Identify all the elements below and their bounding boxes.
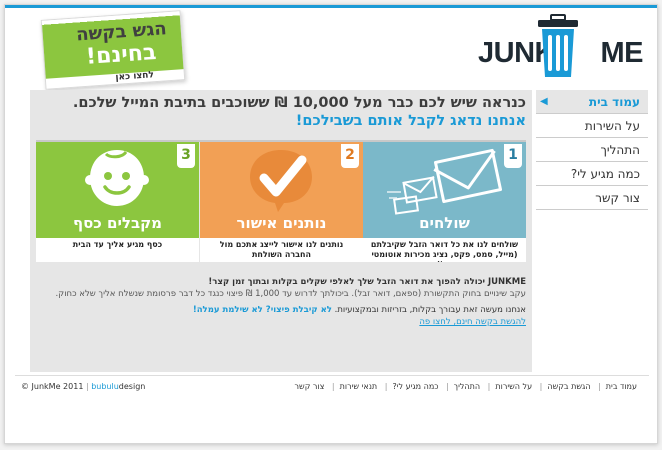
smiley-icon bbox=[85, 150, 149, 206]
footer-link-process[interactable]: התהליך bbox=[454, 382, 480, 391]
footer-link-how-much[interactable]: כמה מגיע לי? bbox=[392, 382, 438, 391]
process-steps: 1 שולחים שולחים לנו את כל דואר הזבל שקיב… bbox=[36, 140, 526, 262]
footer: © JunkMe 2011 | bubuludesign עמוד בית| ה… bbox=[15, 375, 649, 395]
footer-links: עמוד בית| הגשת בקשה| על השירות| התהליך| … bbox=[294, 382, 637, 391]
free-request-badge[interactable]: הגש בקשה בחינם! לחצו כאן bbox=[40, 10, 186, 90]
intro-line-1-text: יכולה להפוך את דואר הזבל שלך לאלפי שקלים… bbox=[208, 277, 488, 287]
main-content: כנראה שיש לכם כבר מעל 10,000 ₪ ששוכבים ב… bbox=[30, 90, 532, 372]
intro-line-1: JUNKME יכולה להפוך את דואר הזבל שלך לאלפ… bbox=[36, 276, 526, 288]
page-frame: הגש בקשה בחינם! לחצו כאן JUNK ME כנראה ש… bbox=[4, 4, 658, 444]
step-desc-approve: נותנים לנו אישור לייצג אתכם מול החברה הש… bbox=[200, 238, 363, 262]
nav-item-home-label: עמוד בית bbox=[588, 95, 640, 109]
step-desc-approve-line1: נותנים לנו אישור לייצג אתכם מול bbox=[219, 240, 344, 249]
step-desc-send: שולחים לנו את כל דואר הזבל שקיבלתם (מייל… bbox=[363, 238, 526, 262]
nav-item-how-much[interactable]: כמה מגיע לי? bbox=[536, 162, 648, 186]
intro-line-2: עקב שינויים בחוק התקשורת (ספאם, דואר זבל… bbox=[55, 289, 526, 299]
step-desc-approve-line2: החברה השולחת bbox=[251, 250, 312, 259]
footer-link-request[interactable]: הגשת בקשה bbox=[547, 382, 590, 391]
nav-item-how-much-label: כמה מגיע לי? bbox=[570, 167, 640, 181]
checkmark-icon bbox=[250, 150, 312, 212]
step-send-panel: 1 שולחים שולחים לנו את כל דואר הזבל שקיב… bbox=[363, 142, 526, 262]
badge-click-here[interactable]: לחצו כאן bbox=[115, 70, 154, 83]
trash-can-icon bbox=[538, 14, 578, 77]
step-desc-receive-line1: כסף מגיע אליך עד הבית bbox=[72, 240, 163, 249]
step-number-1: 1 bbox=[504, 144, 522, 168]
step-desc-receive: כסף מגיע אליך עד הבית bbox=[36, 238, 199, 262]
logo-text-me: ME bbox=[600, 37, 644, 69]
copyright-text: © JunkMe 2011 bbox=[21, 382, 84, 391]
intro-brand: JUNKME bbox=[487, 277, 526, 287]
sidebar-nav: ◀ עמוד בית על השירות התהליך כמה מגיע לי?… bbox=[536, 90, 648, 210]
intro-line-3-text: אנחנו מעשה זאת עבורך בקלות, בזריזות ובמק… bbox=[334, 305, 526, 315]
footer-copyright: © JunkMe 2011 | bubuludesign bbox=[21, 382, 146, 391]
designer-credit-a[interactable]: bubulu bbox=[91, 382, 119, 391]
chevron-left-icon: ◀ bbox=[540, 96, 548, 107]
top-accent-bar bbox=[5, 5, 657, 8]
nav-item-process[interactable]: התהליך bbox=[536, 138, 648, 162]
step-desc-send-line2: (מייל, סמס, פקס, נציג מכירות אוטומטי וכו… bbox=[371, 250, 518, 262]
step-desc-send-line1: שולחים לנו את כל דואר הזבל שקיבלתם bbox=[370, 240, 519, 249]
step-title-receive: מקבלים כסף bbox=[72, 214, 163, 232]
footer-link-about[interactable]: על השירות bbox=[495, 382, 532, 391]
nav-item-about[interactable]: על השירות bbox=[536, 114, 648, 138]
envelopes-icon bbox=[387, 148, 503, 215]
logo[interactable]: JUNK ME bbox=[478, 13, 643, 83]
intro-line-3: אנחנו מעשה זאת עבורך בקלות, בזריזות ובמק… bbox=[36, 304, 526, 316]
step-title-send: שולחים bbox=[419, 214, 470, 232]
designer-credit-b[interactable]: design bbox=[119, 382, 146, 391]
step-number-3: 3 bbox=[177, 144, 195, 168]
footer-link-contact[interactable]: צור קשר bbox=[295, 382, 325, 391]
step-receive-panel: 3 מקבלים כסף כסף מגיע אליך עד הבית bbox=[36, 142, 199, 262]
page-headline: כנראה שיש לכם כבר מעל 10,000 ₪ ששוכבים ב… bbox=[72, 95, 526, 111]
step-number-2: 2 bbox=[341, 144, 359, 168]
footer-link-terms[interactable]: תנאי שירות bbox=[340, 382, 378, 391]
nav-item-about-label: על השירות bbox=[584, 119, 640, 133]
nav-item-process-label: התהליך bbox=[600, 143, 640, 157]
badge-line2: בחינם! bbox=[85, 40, 158, 70]
page-subheadline: אנחנו נדאג לקבל אותם בשבילכם! bbox=[295, 113, 526, 129]
intro-line-4: להגשת בקשה חינם, לחצו פה bbox=[36, 316, 526, 328]
no-compensation-note: לא קיבלת פיצוי? לא שילמת עמלה! bbox=[192, 305, 332, 315]
nav-item-contact-label: צור קשר bbox=[595, 191, 640, 205]
free-request-link[interactable]: להגשת בקשה חינם, לחצו פה bbox=[419, 317, 526, 327]
step-title-approve: נותנים אישור bbox=[236, 214, 327, 232]
nav-item-contact[interactable]: צור קשר bbox=[536, 186, 648, 210]
intro-text: JUNKME יכולה להפוך את דואר הזבל שלך לאלפ… bbox=[36, 276, 526, 328]
footer-link-home[interactable]: עמוד בית bbox=[606, 382, 637, 391]
nav-item-home[interactable]: ◀ עמוד בית bbox=[536, 90, 648, 114]
step-approve-panel: 2 נותנים אישור נותנים לנו אישור לייצג את… bbox=[200, 142, 363, 262]
